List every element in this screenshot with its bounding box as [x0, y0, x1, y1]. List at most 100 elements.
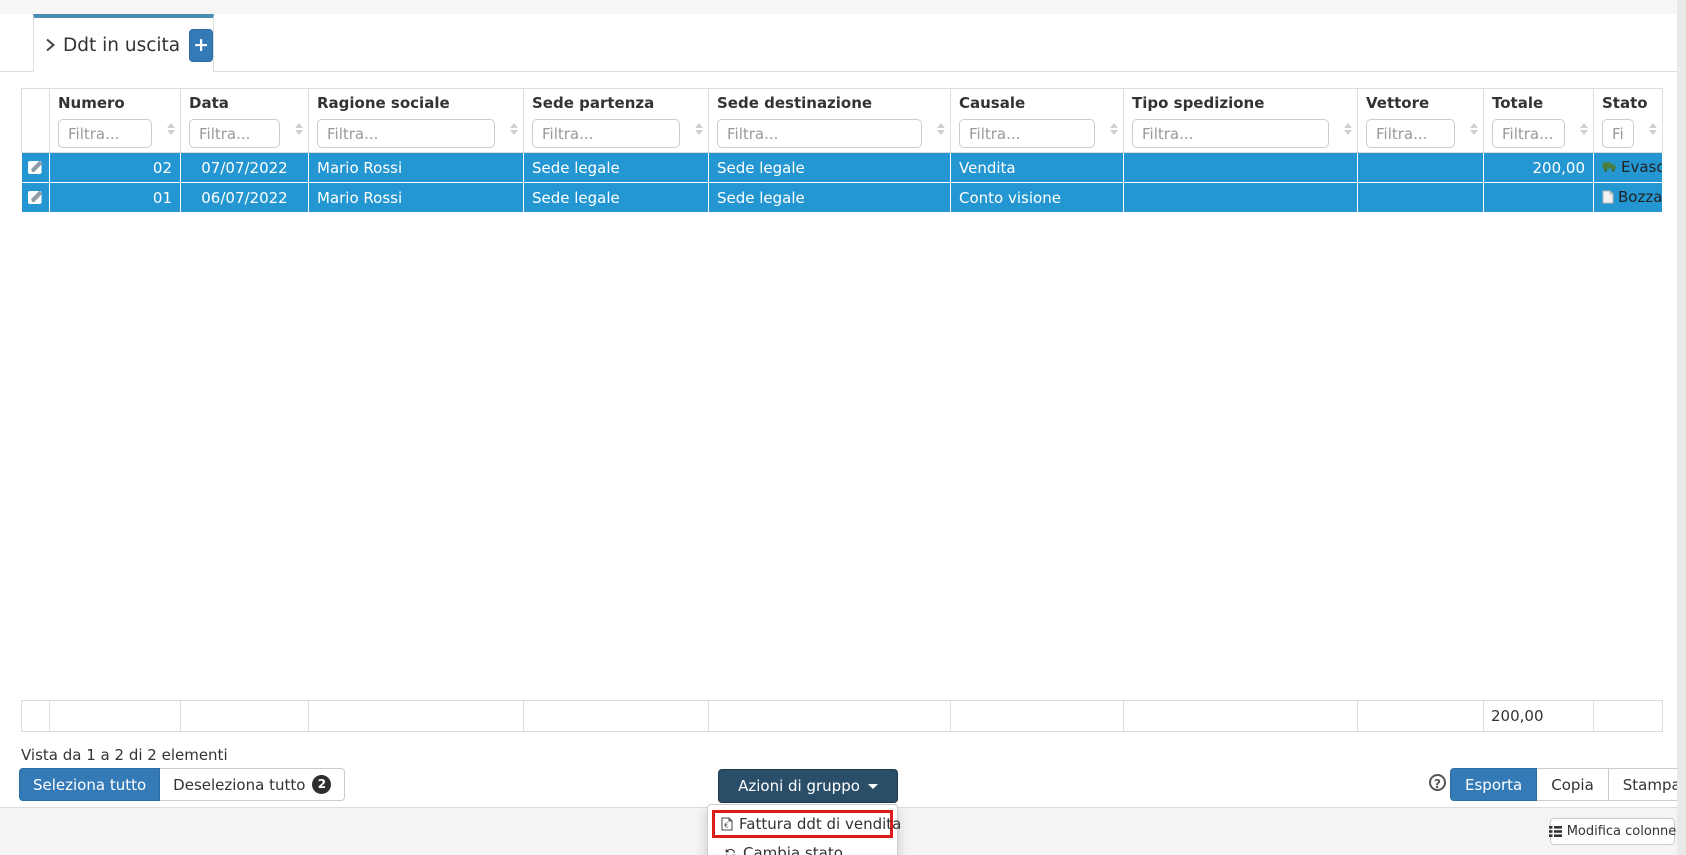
add-ddt-button[interactable]: +	[189, 29, 213, 62]
tab-ddt-in-uscita[interactable]: Ddt in uscita +	[33, 14, 214, 72]
sort-arrows-icon[interactable]	[294, 123, 303, 135]
edit-columns-button[interactable]: Modifica colonne	[1550, 818, 1675, 845]
filter-ragione-sociale-input[interactable]	[317, 119, 495, 148]
menu-item-label: Cambia stato	[743, 844, 843, 855]
cell-data: 07/07/2022	[181, 153, 309, 183]
edit-row-button[interactable]	[22, 153, 50, 183]
sort-arrows-icon[interactable]	[1343, 123, 1352, 135]
columns-list-icon	[1549, 826, 1562, 837]
export-button[interactable]: Esporta	[1450, 768, 1537, 801]
group-actions-button[interactable]: Azioni di gruppo	[718, 769, 898, 803]
sort-arrows-icon[interactable]	[1648, 123, 1657, 135]
filter-cell-empty	[22, 113, 50, 153]
deselect-all-label: Deseleziona tutto	[173, 776, 305, 794]
refresh-icon	[724, 847, 737, 855]
edit-square-icon	[27, 157, 45, 175]
column-header-sede-partenza[interactable]: Sede partenza	[524, 89, 709, 113]
cell-tipo-spedizione	[1124, 153, 1358, 183]
results-summary: Vista da 1 a 2 di 2 elementi	[21, 746, 228, 764]
menu-item-cambia-stato[interactable]: Cambia stato	[722, 843, 897, 855]
filter-tipo-spedizione-input[interactable]	[1132, 119, 1329, 148]
filter-row	[22, 113, 1663, 153]
column-header-totale[interactable]: Totale	[1484, 89, 1594, 113]
help-icon[interactable]: ?	[1429, 774, 1446, 791]
column-header-ragione-sociale[interactable]: Ragione sociale	[309, 89, 524, 113]
sort-arrows-icon[interactable]	[509, 123, 518, 135]
column-header-causale[interactable]: Causale	[951, 89, 1124, 113]
print-button[interactable]: Stampa	[1608, 768, 1686, 801]
cell-causale: Vendita	[951, 153, 1124, 183]
selection-button-group: Seleziona tutto Deseleziona tutto 2	[19, 768, 345, 801]
totals-row: 200,00	[21, 700, 1663, 732]
column-header-data[interactable]: Data	[181, 89, 309, 113]
cell-ragione-sociale: Mario Rossi	[309, 183, 524, 213]
page-scrollbar[interactable]	[1677, 0, 1686, 855]
chevron-right-icon	[45, 37, 56, 53]
sort-arrows-icon[interactable]	[166, 123, 175, 135]
sort-arrows-icon[interactable]	[1579, 123, 1588, 135]
annotation-highlight: € Fattura ddt di vendita	[712, 810, 893, 838]
cell-totale	[1484, 183, 1594, 213]
cell-sede-destinazione: Sede legale	[709, 183, 951, 213]
filter-vettore-input[interactable]	[1366, 119, 1455, 148]
cell-causale: Conto visione	[951, 183, 1124, 213]
sort-arrows-icon[interactable]	[1469, 123, 1478, 135]
select-all-button[interactable]: Seleziona tutto	[19, 768, 160, 801]
edit-row-button[interactable]	[22, 183, 50, 213]
column-header-numero[interactable]: Numero	[50, 89, 181, 113]
cell-numero: 02	[50, 153, 181, 183]
select-column-header	[22, 89, 50, 113]
column-header-stato[interactable]: Stato	[1594, 89, 1663, 113]
cell-stato: Bozza	[1594, 183, 1663, 213]
filter-totale-input[interactable]	[1492, 119, 1565, 148]
cell-vettore	[1358, 153, 1484, 183]
cell-stato: Evaso	[1594, 153, 1663, 183]
cell-sede-partenza: Sede legale	[524, 153, 709, 183]
tabbar-border	[0, 71, 1686, 72]
invoice-icon: €	[721, 817, 733, 831]
filter-causale-input[interactable]	[959, 119, 1095, 148]
copy-button[interactable]: Copia	[1537, 768, 1608, 801]
group-actions-label: Azioni di gruppo	[738, 777, 860, 795]
export-button-group: Esporta Copia Stampa	[1450, 768, 1686, 801]
filter-numero-input[interactable]	[58, 119, 152, 148]
status-text: Evaso	[1621, 158, 1663, 176]
cell-ragione-sociale: Mario Rossi	[309, 153, 524, 183]
edit-columns-label: Modifica colonne	[1567, 824, 1677, 839]
filter-sede-destinazione-input[interactable]	[717, 119, 922, 148]
caret-down-icon	[868, 784, 878, 789]
cell-numero: 01	[50, 183, 181, 213]
table-row-selected[interactable]: 01 06/07/2022 Mario Rossi Sede legale Se…	[22, 183, 1663, 213]
deselect-all-button[interactable]: Deseleziona tutto 2	[160, 768, 345, 801]
group-actions-menu: € Fattura ddt di vendita Cambia stato	[707, 804, 898, 855]
filter-stato-input[interactable]	[1602, 119, 1634, 148]
filter-sede-partenza-input[interactable]	[532, 119, 680, 148]
status-text: Bozza	[1618, 188, 1662, 206]
cell-tipo-spedizione	[1124, 183, 1358, 213]
sort-arrows-icon[interactable]	[936, 123, 945, 135]
cell-sede-destinazione: Sede legale	[709, 153, 951, 183]
status-badge: Evaso	[1602, 158, 1663, 176]
truck-icon	[1602, 160, 1617, 173]
top-strip	[0, 0, 1686, 14]
ddt-table: Numero Data Ragione sociale Sede partenz…	[21, 88, 1663, 213]
ddt-in-uscita-page: Ddt in uscita + Numero Data Ragione soci…	[0, 0, 1686, 855]
filter-data-input[interactable]	[189, 119, 280, 148]
table-row-selected[interactable]: 02 07/07/2022 Mario Rossi Sede legale Se…	[22, 153, 1663, 183]
header-row: Numero Data Ragione sociale Sede partenz…	[22, 89, 1663, 113]
column-header-vettore[interactable]: Vettore	[1358, 89, 1484, 113]
edit-square-icon	[27, 187, 45, 205]
column-header-sede-destinazione[interactable]: Sede destinazione	[709, 89, 951, 113]
menu-item-label: Fattura ddt di vendita	[739, 815, 901, 833]
menu-item-fattura-ddt[interactable]: € Fattura ddt di vendita	[719, 814, 886, 834]
page-title: Ddt in uscita	[63, 35, 180, 56]
total-sum: 200,00	[1484, 701, 1594, 732]
svg-text:€: €	[724, 822, 728, 830]
sort-arrows-icon[interactable]	[694, 123, 703, 135]
sort-arrows-icon[interactable]	[1109, 123, 1118, 135]
cell-vettore	[1358, 183, 1484, 213]
cell-totale: 200,00	[1484, 153, 1594, 183]
column-header-tipo-spedizione[interactable]: Tipo spedizione	[1124, 89, 1358, 113]
cell-sede-partenza: Sede legale	[524, 183, 709, 213]
file-icon	[1602, 190, 1614, 204]
